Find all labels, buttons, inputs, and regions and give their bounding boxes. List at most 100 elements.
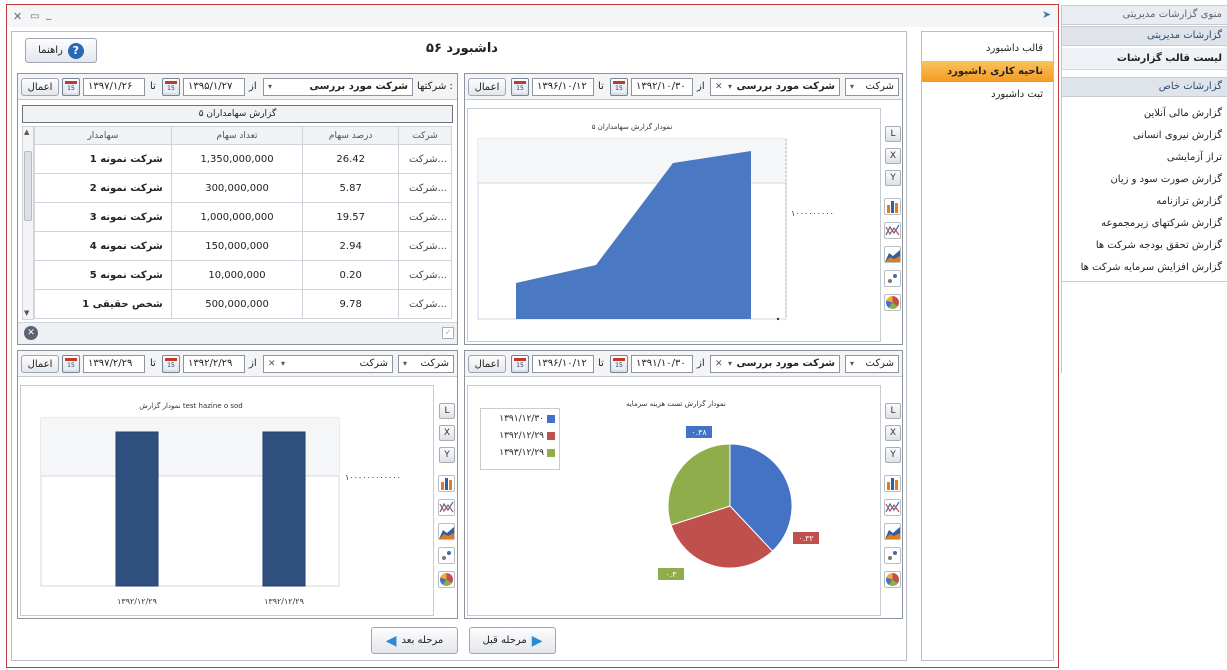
- y-axis-toggle-button[interactable]: Y: [439, 447, 455, 463]
- scroll-up-icon[interactable]: ▲: [24, 128, 29, 136]
- table-row[interactable]: شرکت نمونه 5 10,000,000 0.20 شرکت...: [34, 260, 452, 290]
- pie-chart-icon[interactable]: [438, 571, 455, 588]
- calendar-icon[interactable]: 15: [610, 355, 628, 373]
- column-header[interactable]: شرکت: [398, 126, 452, 145]
- company-filter-combo[interactable]: ▾ شرکت: [398, 355, 454, 373]
- line-chart-icon[interactable]: [884, 499, 901, 516]
- table-scrollbar[interactable]: ▲ ▼: [22, 126, 34, 320]
- restore-icon[interactable]: ▭: [30, 11, 39, 23]
- dashboard-list-item-template[interactable]: قالب داشبورد: [922, 38, 1053, 59]
- bar-chart: نمودار گزارش test hazine o sod ۱۰۰۰۰۰۰۰۰۰…: [40, 401, 401, 606]
- previous-step-button[interactable]: مرحله قبل ▶: [469, 627, 556, 654]
- from-date-input[interactable]: ۱۳۹۱/۱۰/۳۰: [631, 355, 693, 373]
- dashboard-list-item-workspace[interactable]: ناحیه کاری داشبورد: [922, 61, 1053, 82]
- pie-chart-icon[interactable]: [884, 571, 901, 588]
- menu-item-report[interactable]: گزارش صورت سود و زیان: [1062, 169, 1227, 191]
- calendar-icon[interactable]: 15: [610, 78, 628, 96]
- calendar-icon[interactable]: 15: [511, 355, 529, 373]
- dashboard-list-item-save[interactable]: ثبت داشبورد: [922, 84, 1053, 105]
- area-chart-icon[interactable]: [884, 246, 901, 263]
- menu-item-report[interactable]: گزارش تحقق بودجه شرکت ها: [1062, 235, 1227, 257]
- apply-button[interactable]: اعمال: [21, 78, 59, 96]
- legend-item: ۱۳۹۱/۱۲/۳۰: [485, 414, 555, 431]
- line-chart-icon[interactable]: [438, 499, 455, 516]
- scatter-chart-icon[interactable]: [884, 547, 901, 564]
- legend-toggle-button[interactable]: L: [885, 126, 901, 142]
- company-combo[interactable]: ✕ ▾ شرکت مورد بررسی: [710, 355, 840, 373]
- x-axis-toggle-button[interactable]: X: [885, 425, 901, 441]
- to-date-input[interactable]: ۱۳۹۶/۱۰/۱۲: [532, 355, 594, 373]
- pie-chart-icon[interactable]: [884, 294, 901, 311]
- pin-icon[interactable]: ➤: [1042, 9, 1051, 21]
- x-axis-toggle-button[interactable]: X: [885, 148, 901, 164]
- apply-button[interactable]: اعمال: [468, 355, 506, 373]
- table-row[interactable]: شرکت نمونه 3 1,000,000,000 19.57 شرکت...: [34, 202, 452, 232]
- help-button[interactable]: راهنما ?: [25, 38, 97, 63]
- count-cell: 1,350,000,000: [170, 144, 304, 174]
- menu-item-report[interactable]: گزارش ترازنامه: [1062, 191, 1227, 213]
- scatter-chart-icon[interactable]: [884, 270, 901, 287]
- x-axis-toggle-button[interactable]: X: [439, 425, 455, 441]
- y-axis-toggle-button[interactable]: Y: [885, 170, 901, 186]
- table-row[interactable]: شرکت نمونه 4 150,000,000 2.94 شرکت...: [34, 231, 452, 261]
- calendar-icon[interactable]: 15: [162, 78, 180, 96]
- menu-item-report[interactable]: تراز آزمایشی: [1062, 147, 1227, 169]
- company-combo[interactable]: ✕ ▾ شرکت مورد بررسی: [710, 78, 840, 96]
- apply-button[interactable]: اعمال: [21, 355, 59, 373]
- menu-item-report[interactable]: گزارش شرکتهای زیرمجموعه: [1062, 213, 1227, 235]
- clear-icon[interactable]: ✕: [715, 356, 723, 372]
- calendar-icon[interactable]: 15: [62, 78, 80, 96]
- scroll-down-icon[interactable]: ▼: [24, 309, 29, 317]
- from-date-input[interactable]: ۱۳۹۵/۱/۲۷: [183, 78, 245, 96]
- menu-item-report[interactable]: گزارش مالی آنلاین: [1062, 103, 1227, 125]
- from-date-input[interactable]: ۱۳۹۲/۲/۲۹: [183, 355, 245, 373]
- area-chart-icon[interactable]: [884, 523, 901, 540]
- to-date-input[interactable]: ۱۳۹۷/۲/۲۹: [83, 355, 145, 373]
- scatter-chart-icon[interactable]: [438, 547, 455, 564]
- menu-item-template-list[interactable]: لیست قالب گزارشات: [1062, 48, 1227, 70]
- menu-item-report[interactable]: گزارش نیروی انسانی: [1062, 125, 1227, 147]
- menu-section-special[interactable]: گزارشات خاص: [1062, 77, 1227, 97]
- column-header[interactable]: درصد سهام: [302, 126, 400, 145]
- company-value: شرکت: [359, 358, 388, 369]
- company-filter-combo[interactable]: ▾ شرکت: [845, 78, 899, 96]
- bar: [115, 431, 159, 587]
- table-row[interactable]: شرکت نمونه 2 300,000,000 5.87 شرکت...: [34, 173, 452, 203]
- filter-checkbox[interactable]: ✓: [442, 327, 454, 339]
- shareholders-combo[interactable]: ▾ شرکت مورد بررسی: [263, 78, 413, 96]
- to-date-input[interactable]: ۱۳۹۷/۱/۲۶: [83, 78, 145, 96]
- column-header[interactable]: سهامدار: [34, 126, 172, 145]
- area-chart-icon[interactable]: [438, 523, 455, 540]
- apply-button[interactable]: اعمال: [468, 78, 506, 96]
- menu-section-management[interactable]: گزارشات مدیریتی: [1062, 26, 1227, 46]
- bar-chart-icon[interactable]: [884, 475, 901, 492]
- close-icon[interactable]: ✕: [13, 11, 22, 23]
- next-step-button[interactable]: ◀ مرحله بعد: [371, 627, 458, 654]
- column-header[interactable]: تعداد سهام: [170, 126, 304, 145]
- pie-legend: ۱۳۹۱/۱۲/۳۰ ۱۳۹۲/۱۲/۲۹ ۱۳۹۳/۱۲/۲۹: [480, 408, 560, 470]
- calendar-icon[interactable]: 15: [162, 355, 180, 373]
- to-date-input[interactable]: ۱۳۹۶/۱۰/۱۲: [532, 78, 594, 96]
- table-row[interactable]: شرکت نمونه 1 1,350,000,000 26.42 شرکت...: [34, 144, 452, 174]
- next-step-label: مرحله بعد: [401, 635, 444, 646]
- clear-icon[interactable]: ✕: [715, 79, 723, 95]
- clear-filter-icon[interactable]: ✕: [24, 326, 38, 340]
- from-date-input[interactable]: ۱۳۹۲/۱۰/۳۰: [631, 78, 693, 96]
- company-filter-combo[interactable]: ▾ شرکت: [845, 355, 899, 373]
- line-chart-icon[interactable]: [884, 222, 901, 239]
- scroll-thumb[interactable]: [24, 151, 32, 221]
- legend-toggle-button[interactable]: L: [439, 403, 455, 419]
- count-cell: 1,000,000,000: [170, 202, 304, 232]
- y-axis-toggle-button[interactable]: Y: [885, 447, 901, 463]
- calendar-icon[interactable]: 15: [511, 78, 529, 96]
- minimize-icon[interactable]: _: [46, 8, 52, 20]
- calendar-icon[interactable]: 15: [62, 355, 80, 373]
- bar-chart-icon[interactable]: [884, 198, 901, 215]
- company-value: شرکت مورد بررسی: [736, 358, 835, 369]
- clear-icon[interactable]: ✕: [268, 356, 276, 372]
- bar-chart-icon[interactable]: [438, 475, 455, 492]
- legend-toggle-button[interactable]: L: [885, 403, 901, 419]
- table-row[interactable]: شخص حقیقی 1 500,000,000 9.78 شرکت...: [34, 289, 452, 319]
- menu-item-report[interactable]: گزارش افزایش سرمایه شرکت ها: [1062, 257, 1227, 279]
- company-combo[interactable]: ✕ ▾ شرکت: [263, 355, 393, 373]
